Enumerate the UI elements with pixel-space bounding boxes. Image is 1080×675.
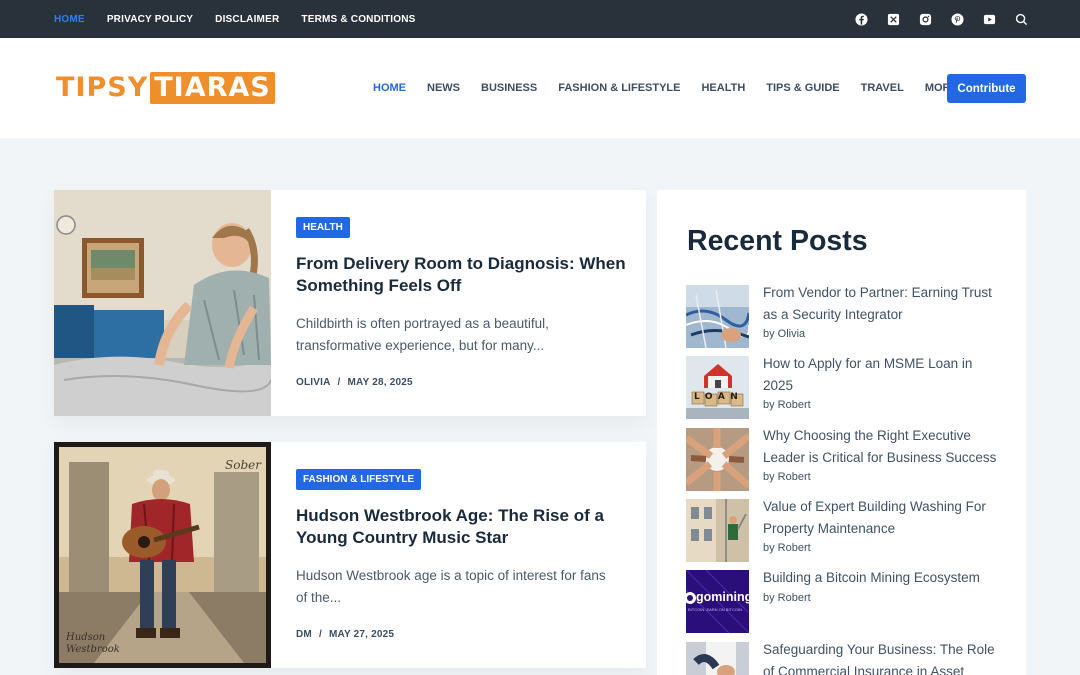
nav-tips-guide[interactable]: TIPS & GUIDE xyxy=(766,82,839,94)
image-handwriting-signature: Hudson Westbrook xyxy=(66,632,120,655)
post-card: Sober Hudson Westbrook FASHION & LIFESTY… xyxy=(54,442,646,668)
contribute-button[interactable]: Contribute xyxy=(947,74,1026,103)
recent-post-thumbnail[interactable] xyxy=(686,499,749,562)
recent-post-title[interactable]: Why Choosing the Right Executive Leader … xyxy=(763,425,998,469)
team-hands-image xyxy=(686,428,749,491)
logo-part-2: TIARAS xyxy=(150,72,275,104)
nav-fashion-lifestyle[interactable]: FASHION & LIFESTYLE xyxy=(558,82,680,94)
site-header: TIPSY TIARAS HOME NEWS BUSINESS FASHION … xyxy=(0,38,1080,138)
top-nav-privacy-policy[interactable]: PRIVACY POLICY xyxy=(107,14,193,25)
post-author[interactable]: DM xyxy=(296,629,312,640)
pinterest-icon[interactable] xyxy=(951,12,964,26)
top-nav-home[interactable]: HOME xyxy=(54,14,85,25)
recent-post-title[interactable]: Value of Expert Building Washing For Pro… xyxy=(763,496,998,540)
recent-post-byline: by Robert xyxy=(763,592,811,604)
instagram-icon[interactable] xyxy=(919,13,932,26)
logo-part-1: TIPSY xyxy=(56,72,149,103)
loan-blocks-text: LOAN xyxy=(694,392,744,402)
post-card: HEALTH From Delivery Room to Diagnosis: … xyxy=(54,190,646,416)
recent-post-thumbnail[interactable] xyxy=(686,642,749,675)
post-date: MAY 28, 2025 xyxy=(347,377,413,388)
recent-post-byline: by Olivia xyxy=(763,328,806,340)
top-nav-disclaimer[interactable]: DISCLAIMER xyxy=(215,14,279,25)
post-meta: OLIVIA / MAY 28, 2025 xyxy=(296,377,413,388)
post-excerpt: Childbirth is often portrayed as a beaut… xyxy=(296,316,549,353)
recent-post-thumbnail[interactable]: gomining BITCOIN. EARN ON BITCOIN xyxy=(686,570,749,633)
post-thumbnail[interactable] xyxy=(54,190,271,416)
meta-separator: / xyxy=(318,629,322,640)
meta-separator: / xyxy=(337,377,341,388)
facebook-icon[interactable] xyxy=(855,12,868,26)
recent-post-thumbnail[interactable] xyxy=(686,285,749,348)
recent-posts-heading: Recent Posts xyxy=(687,225,868,257)
nav-travel[interactable]: TRAVEL xyxy=(861,82,904,94)
post-thumbnail[interactable]: Sober Hudson Westbrook xyxy=(54,442,271,668)
category-badge[interactable]: FASHION & LIFESTYLE xyxy=(296,469,422,490)
recent-post-byline: by Robert xyxy=(763,471,811,483)
post-date: MAY 27, 2025 xyxy=(328,629,395,640)
recent-post-title[interactable]: From Vendor to Partner: Earning Trust as… xyxy=(763,282,998,326)
recent-post-byline: by Robert xyxy=(763,542,811,554)
post-title[interactable]: From Delivery Room to Diagnosis: When So… xyxy=(296,253,626,297)
nav-news[interactable]: NEWS xyxy=(427,82,460,94)
post-excerpt: Hudson Westbrook age is a topic of inter… xyxy=(296,568,606,605)
top-nav: HOME PRIVACY POLICY DISCLAIMER TERMS & C… xyxy=(54,0,416,38)
post-meta: DM / MAY 27, 2025 xyxy=(296,629,394,640)
youtube-icon[interactable] xyxy=(983,13,996,26)
nav-health[interactable]: HEALTH xyxy=(701,82,745,94)
search-icon[interactable] xyxy=(1015,13,1028,26)
recent-post-byline: by Robert xyxy=(763,399,811,411)
recent-post-title[interactable]: Safeguarding Your Business: The Role of … xyxy=(763,639,998,675)
image-handwriting-sober: Sober xyxy=(225,458,261,472)
category-badge[interactable]: HEALTH xyxy=(296,217,350,238)
top-bar: HOME PRIVACY POLICY DISCLAIMER TERMS & C… xyxy=(0,0,1080,38)
top-nav-terms[interactable]: TERMS & CONDITIONS xyxy=(301,14,415,25)
post-title[interactable]: Hudson Westbrook Age: The Rise of a Youn… xyxy=(296,505,626,549)
nav-home[interactable]: HOME xyxy=(373,82,406,94)
insurance-image xyxy=(686,642,749,675)
post-author[interactable]: OLIVIA xyxy=(296,377,331,388)
building-washing-image xyxy=(686,499,749,562)
main-nav: HOME NEWS BUSINESS FASHION & LIFESTYLE H… xyxy=(373,38,972,138)
loan-blocks-image xyxy=(686,356,749,419)
x-icon[interactable] xyxy=(887,13,900,26)
delivery-room-image xyxy=(54,190,271,416)
network-cables-image xyxy=(686,285,749,348)
recent-post-title[interactable]: How to Apply for an MSME Loan in 2025 xyxy=(763,353,998,397)
recent-post-thumbnail[interactable] xyxy=(686,428,749,491)
nav-business[interactable]: BUSINESS xyxy=(481,82,537,94)
site-logo[interactable]: TIPSY TIARAS xyxy=(56,72,275,104)
social-links xyxy=(855,0,1028,38)
recent-post-thumbnail[interactable]: LOAN xyxy=(686,356,749,419)
recent-posts-widget: Recent Posts From Vendor to Partner: Ear… xyxy=(657,190,1026,675)
recent-post-title[interactable]: Building a Bitcoin Mining Ecosystem xyxy=(763,567,998,589)
gomining-logo-text: gomining xyxy=(696,590,749,604)
gomining-tagline: BITCOIN. EARN ON BITCOIN xyxy=(688,607,743,612)
